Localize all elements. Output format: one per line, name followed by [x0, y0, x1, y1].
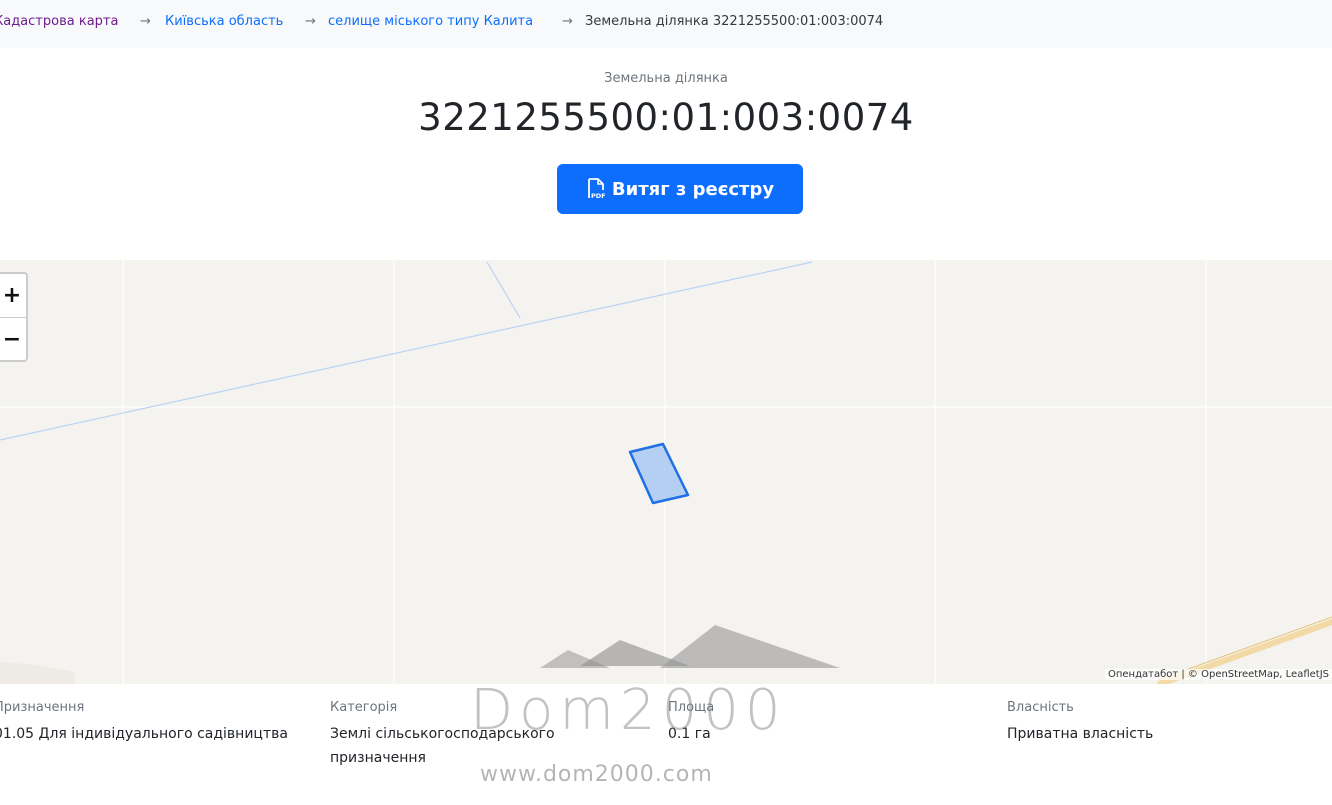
map-zoom-control: + −: [0, 272, 28, 362]
pdf-file-icon: PDF: [586, 178, 606, 200]
breadcrumb-link-kyiv-region[interactable]: Київська область: [165, 0, 283, 44]
category-label: Категорія: [330, 700, 398, 715]
zoom-out-button[interactable]: −: [0, 318, 26, 361]
breadcrumb-separator: →: [562, 14, 573, 29]
map-tiles: [0, 260, 1332, 684]
ownership-label: Власність: [1007, 700, 1074, 715]
page-subtitle: Земельна ділянка: [604, 71, 728, 86]
area-field: Площа 0.1 га: [668, 700, 868, 746]
ownership-field: Власність Приватна власність: [1007, 700, 1307, 746]
breadcrumb-link-kalyta[interactable]: селище міського типу Калита: [328, 0, 533, 44]
category-value: Землі сільськогосподарського призначення: [330, 726, 555, 766]
land-parcel: [628, 442, 690, 505]
breadcrumb-separator: →: [305, 14, 316, 29]
zoom-in-button[interactable]: +: [0, 274, 26, 318]
page-title: 3221255500:01:003:0074: [418, 96, 914, 139]
area-label: Площа: [668, 700, 715, 715]
cadastral-map[interactable]: + − Опендатабот | © OpenStreetMap, Leafl…: [0, 260, 1332, 684]
purpose-label: Призначення: [0, 700, 85, 715]
registry-extract-button[interactable]: PDF Витяг з реєстру: [557, 164, 803, 214]
area-value: 0.1 га: [668, 726, 711, 742]
svg-text:PDF: PDF: [591, 192, 606, 200]
purpose-field: Призначення 01.05 Для індивідуального са…: [0, 700, 294, 746]
ownership-value: Приватна власність: [1007, 726, 1154, 742]
breadcrumb: Кадастрова карта → Київська область → се…: [0, 0, 1332, 48]
registry-extract-label: Витяг з реєстру: [611, 178, 775, 200]
category-field: Категорія Землі сільськогосподарського п…: [330, 700, 590, 770]
purpose-value: 01.05 Для індивідуального садівництва: [0, 726, 288, 742]
breadcrumb-current-parcel: Земельна ділянка 3221255500:01:003:0074: [585, 14, 884, 29]
breadcrumb-separator: →: [140, 14, 151, 29]
parcel-details: Призначення 01.05 Для індивідуального са…: [0, 700, 1332, 805]
map-attribution[interactable]: Опендатабот | © OpenStreetMap, LeafletJS: [1104, 669, 1332, 680]
breadcrumb-link-cadastral-map[interactable]: Кадастрова карта: [0, 0, 118, 44]
